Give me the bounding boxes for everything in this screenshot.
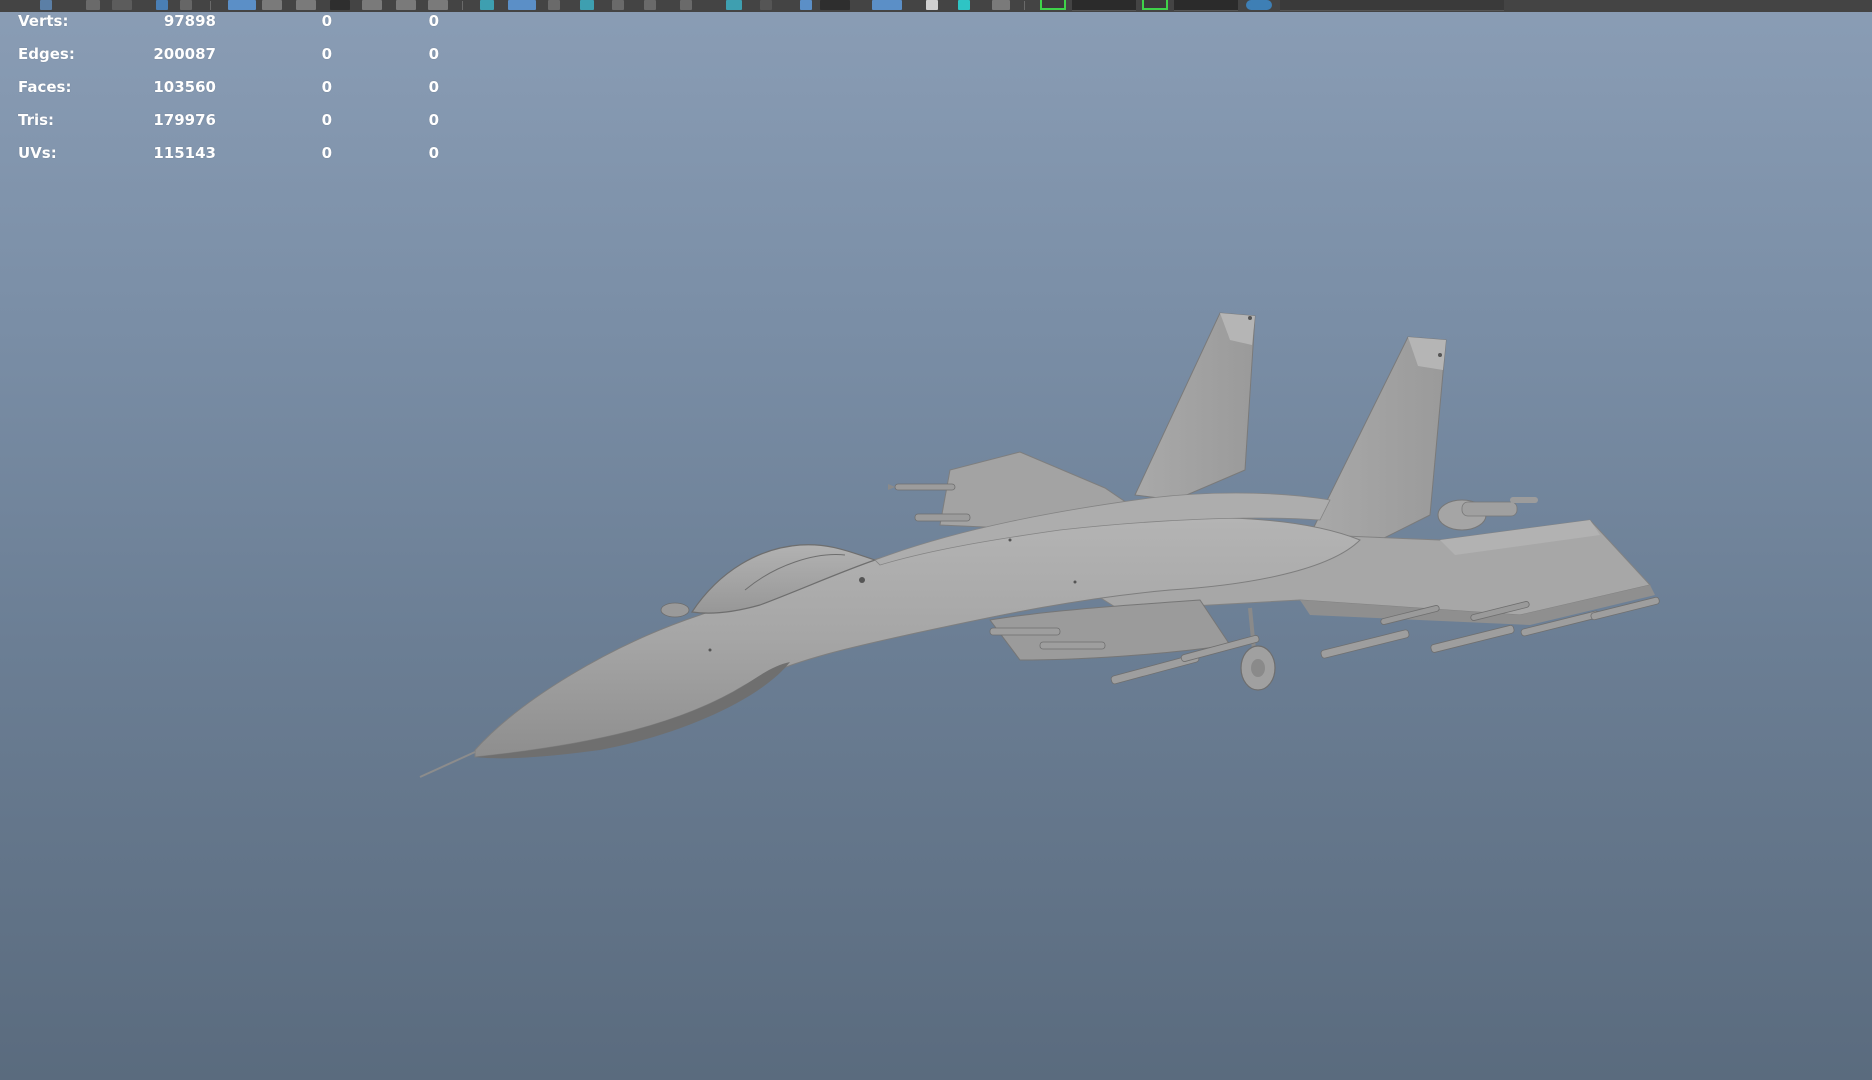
3d-viewport[interactable]: Verts: 97898 0 0 Edges: 200087 0 0 Faces: 103560 0… [0,0,1872,1080]
landing-gear [1240,607,1276,691]
left-tail-fin [1134,312,1256,501]
aircraft-model[interactable] [0,0,1872,1080]
engine-pod [1437,497,1538,531]
right-tail-fin [1309,336,1447,546]
